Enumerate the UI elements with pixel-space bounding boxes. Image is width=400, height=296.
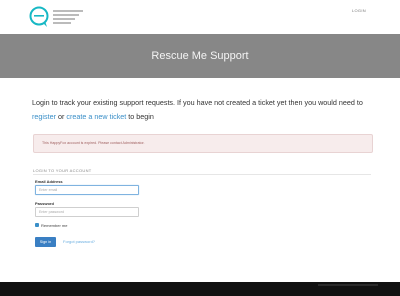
error-alert: This HappyFox account is expired. Please…	[33, 134, 373, 153]
logo-tagline	[53, 10, 83, 26]
forgot-password-link[interactable]: Forgot password?	[63, 239, 95, 244]
intro-text: Login to track your existing support req…	[32, 96, 372, 124]
top-navbar: LOGIN	[0, 0, 400, 34]
remember-me-row[interactable]: Remember me	[35, 222, 68, 228]
hero-banner: Rescue Me Support	[0, 34, 400, 78]
footer-text	[318, 284, 378, 286]
login-link[interactable]: LOGIN	[352, 8, 366, 13]
intro-text-after: to begin	[126, 112, 154, 121]
footer	[0, 282, 400, 296]
email-field[interactable]	[35, 185, 139, 195]
password-field[interactable]	[35, 207, 139, 217]
intro-text-before: Login to track your existing support req…	[32, 98, 363, 107]
register-link[interactable]: register	[32, 112, 56, 121]
intro-or: or	[55, 112, 67, 121]
create-ticket-link[interactable]: create a new ticket	[66, 112, 126, 121]
remember-me-label: Remember me	[41, 223, 68, 228]
sign-in-button[interactable]: Sign in	[35, 237, 56, 247]
page-title: Rescue Me Support	[151, 50, 249, 62]
email-label: Email Address	[35, 179, 63, 184]
section-divider	[33, 174, 371, 175]
password-label: Password	[35, 201, 54, 206]
alert-message: This HappyFox account is expired. Please…	[42, 141, 145, 145]
login-section-title: LOGIN TO YOUR ACCOUNT	[33, 168, 92, 173]
remember-me-checkbox[interactable]	[35, 222, 39, 227]
speech-bubble-logo-icon[interactable]	[28, 6, 50, 28]
